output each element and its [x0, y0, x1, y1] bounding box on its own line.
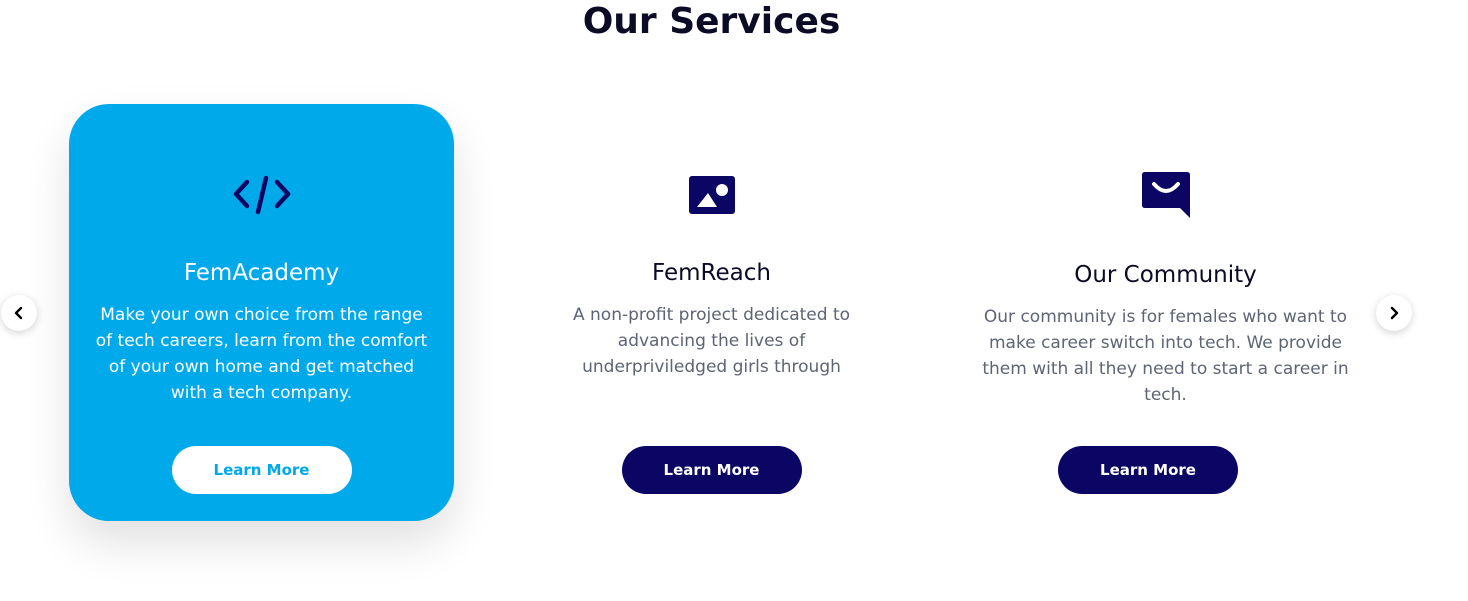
- card-description: Make your own choice from the range of t…: [95, 305, 428, 403]
- image-icon: [519, 176, 904, 214]
- card-description: A non-profit project dedicated to advanc…: [572, 305, 851, 377]
- code-icon: [69, 176, 454, 216]
- carousel-prev-button[interactable]: [1, 295, 37, 331]
- service-card-community: Our Community Our community is for femal…: [973, 104, 1358, 521]
- card-title: FemAcademy: [183, 260, 340, 286]
- card-title: FemReach: [652, 260, 771, 286]
- chevron-left-icon: [14, 306, 23, 320]
- learn-more-button[interactable]: Learn More: [621, 446, 802, 494]
- learn-more-button[interactable]: Learn More: [1058, 446, 1238, 494]
- service-card-femreach: FemReach A non-profit project dedicated …: [519, 104, 904, 521]
- chevron-right-icon: [1390, 306, 1399, 320]
- card-title: Our Community: [1074, 262, 1257, 288]
- chat-smile-icon: [973, 172, 1358, 220]
- services-section: Our Services FemAcademy Make your own ch…: [0, 0, 1468, 601]
- card-description: Our community is for females who want to…: [982, 307, 1349, 405]
- carousel-next-button[interactable]: [1376, 295, 1412, 331]
- section-title: Our Services: [582, 1, 841, 42]
- learn-more-button[interactable]: Learn More: [171, 446, 352, 494]
- service-card-femacademy: FemAcademy Make your own choice from the…: [69, 104, 454, 521]
